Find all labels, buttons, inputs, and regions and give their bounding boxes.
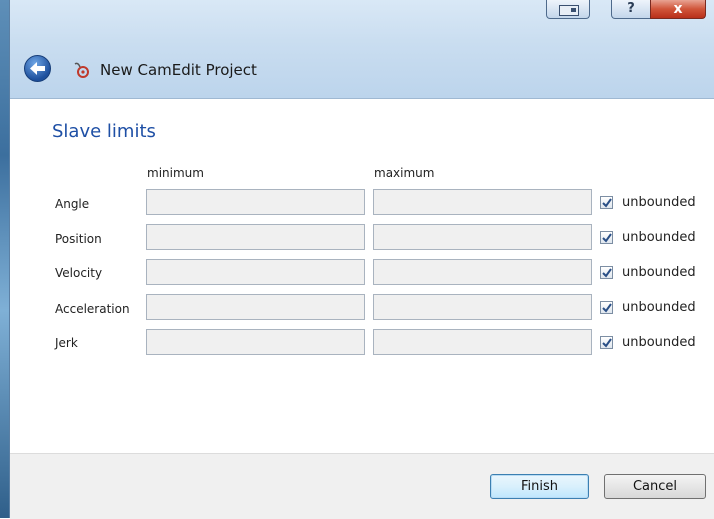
back-button[interactable] xyxy=(24,55,51,82)
checkmark-icon xyxy=(602,303,612,313)
acceleration-unbounded-checkbox[interactable] xyxy=(600,301,613,314)
acceleration-maximum-field[interactable] xyxy=(373,294,592,320)
jerk-minimum-field[interactable] xyxy=(146,329,365,355)
checkmark-icon xyxy=(602,268,612,278)
compact-mode-icon xyxy=(559,5,579,16)
column-header-maximum: maximum xyxy=(374,166,435,180)
close-icon: x xyxy=(673,1,683,17)
angle-unbounded-label[interactable]: unbounded xyxy=(622,195,696,210)
jerk-maximum-field[interactable] xyxy=(373,329,592,355)
camedit-app-icon xyxy=(74,62,89,78)
velocity-minimum-field[interactable] xyxy=(146,259,365,285)
wizard-footer: Finish Cancel xyxy=(10,453,714,519)
column-header-minimum: minimum xyxy=(147,166,204,180)
velocity-unbounded-checkbox[interactable] xyxy=(600,266,613,279)
position-unbounded-label[interactable]: unbounded xyxy=(622,230,696,245)
checkmark-icon xyxy=(602,233,612,243)
window-title: New CamEdit Project xyxy=(100,61,257,79)
row-label-acceleration: Acceleration xyxy=(55,302,130,316)
angle-maximum-field[interactable] xyxy=(373,189,592,215)
page-heading: Slave limits xyxy=(52,121,156,142)
acceleration-unbounded-label[interactable]: unbounded xyxy=(622,300,696,315)
back-arrow-icon xyxy=(30,62,45,75)
row-label-angle: Angle xyxy=(55,197,90,211)
angle-minimum-field[interactable] xyxy=(146,189,365,215)
title-bar: ? x New CamEdit Project xyxy=(10,0,714,99)
checkmark-icon xyxy=(602,338,612,348)
row-label-jerk: Jerk xyxy=(55,336,78,350)
row-label-velocity: Velocity xyxy=(55,266,103,280)
cancel-button[interactable]: Cancel xyxy=(604,474,706,499)
velocity-unbounded-label[interactable]: unbounded xyxy=(622,265,696,280)
finish-button[interactable]: Finish xyxy=(490,474,589,499)
position-minimum-field[interactable] xyxy=(146,224,365,250)
jerk-unbounded-checkbox[interactable] xyxy=(600,336,613,349)
angle-unbounded-checkbox[interactable] xyxy=(600,196,613,209)
position-maximum-field[interactable] xyxy=(373,224,592,250)
checkmark-icon xyxy=(602,198,612,208)
help-button[interactable]: ? xyxy=(611,0,651,19)
compact-mode-button[interactable] xyxy=(546,0,590,19)
close-button[interactable]: x xyxy=(650,0,706,19)
acceleration-minimum-field[interactable] xyxy=(146,294,365,320)
help-icon: ? xyxy=(627,1,635,16)
wizard-window: ? x New CamEdit Project Slave limits min… xyxy=(9,0,714,519)
position-unbounded-checkbox[interactable] xyxy=(600,231,613,244)
velocity-maximum-field[interactable] xyxy=(373,259,592,285)
row-label-position: Position xyxy=(55,232,102,246)
jerk-unbounded-label[interactable]: unbounded xyxy=(622,335,696,350)
